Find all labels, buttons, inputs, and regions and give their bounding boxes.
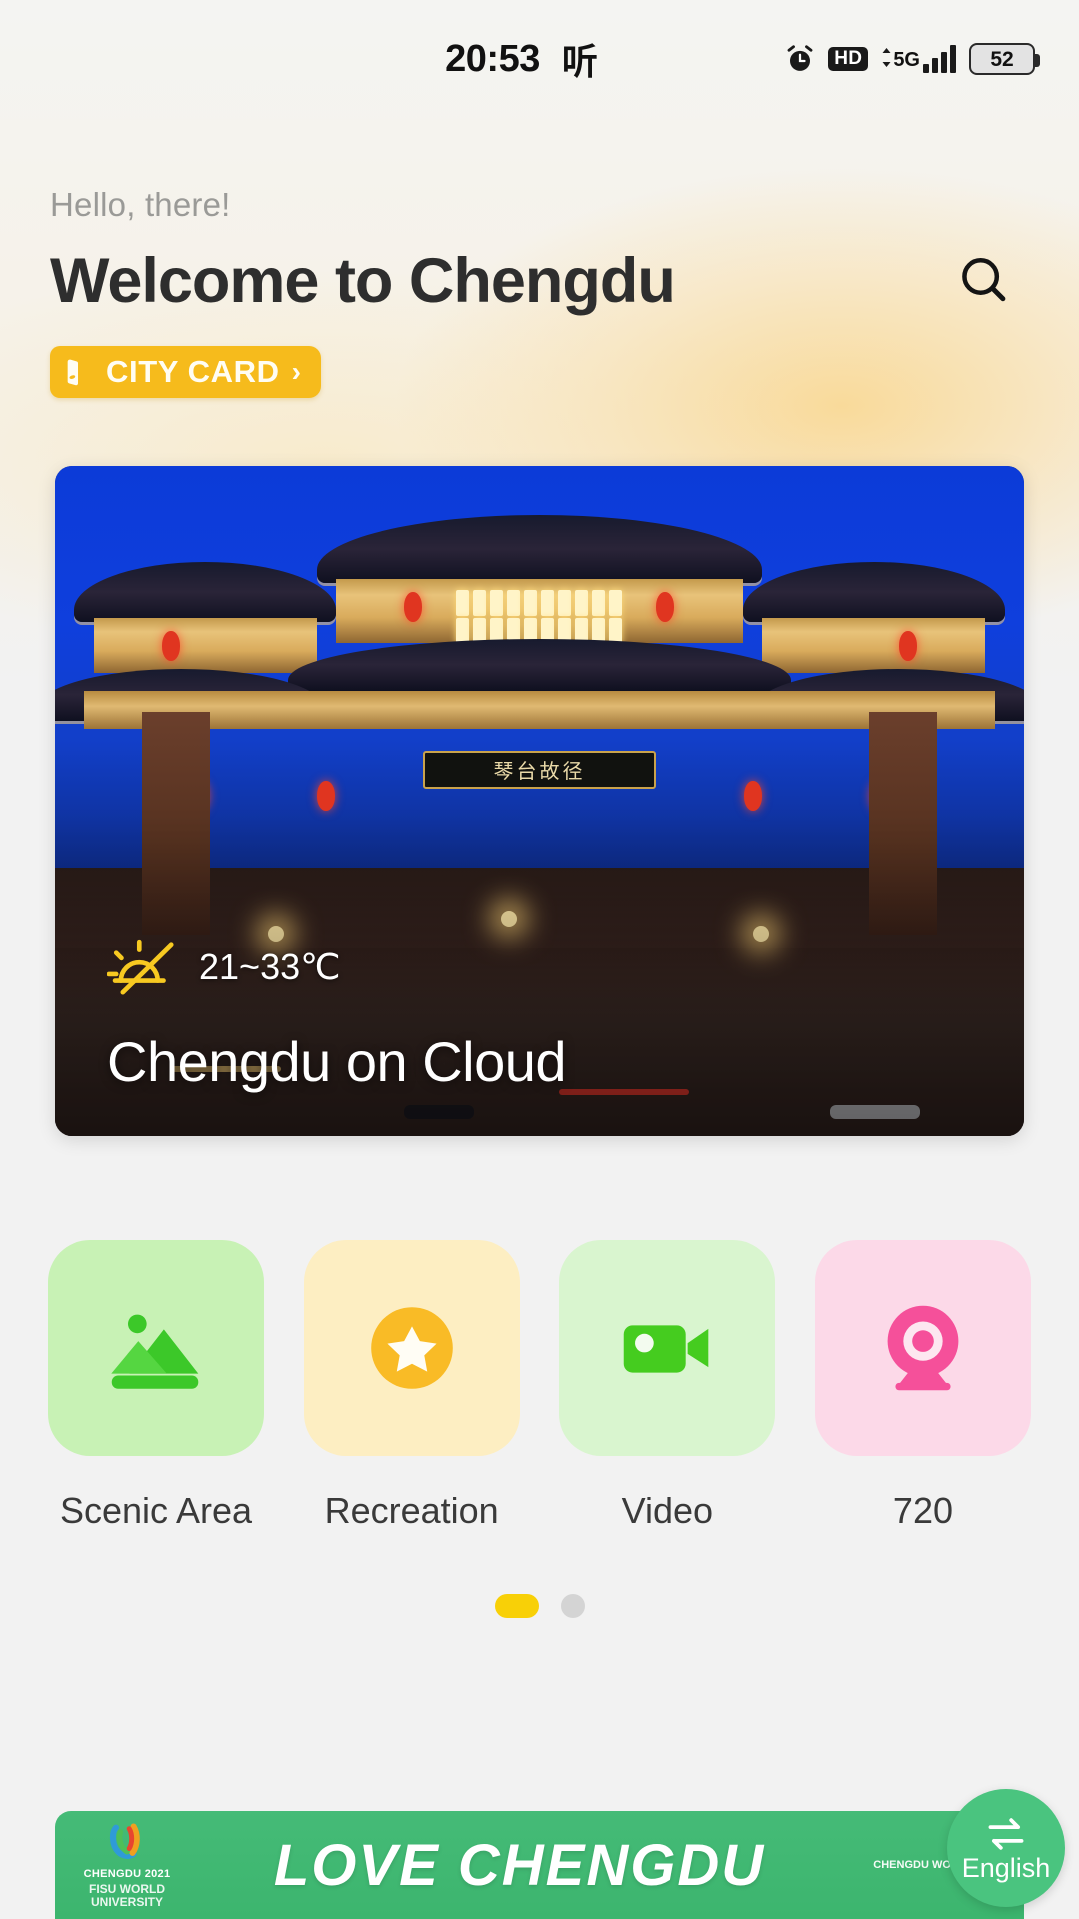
status-bar: 20:53 听 HD 5G 52	[0, 0, 1079, 118]
category-label: Recreation	[324, 1490, 499, 1531]
signal-bars-icon	[923, 45, 956, 73]
temperature-label: 21~33℃	[199, 946, 341, 987]
promo-banner[interactable]: CHENGDU 2021 FISU WORLD UNIVERSITY LOVE …	[55, 1811, 1024, 1919]
battery-level-label: 52	[990, 47, 1014, 71]
pagination-dot-active[interactable]	[494, 1594, 539, 1618]
language-switch-button[interactable]: English	[947, 1789, 1065, 1907]
pagination-dots[interactable]	[0, 1594, 1079, 1618]
category-item-video[interactable]: Video	[559, 1240, 776, 1532]
panorama-camera-icon	[887, 1305, 959, 1391]
banner-headline: LOVE CHENGDU	[273, 1832, 766, 1898]
category-label: Video	[621, 1490, 714, 1531]
category-item-720[interactable]: 720	[814, 1240, 1031, 1532]
swap-arrows-icon	[988, 1817, 1024, 1850]
search-button[interactable]	[949, 246, 1019, 316]
category-item-recreation[interactable]: Recreation	[303, 1240, 520, 1532]
network-label: 5G	[893, 48, 920, 71]
5g-icon: 5G	[881, 48, 920, 71]
emblem-subtitle: FISU WORLD UNIVERSITY	[89, 1881, 165, 1909]
status-time: 20:53	[445, 37, 540, 80]
mobile-app-screen: 20:53 听 HD 5G 52 Hello, there! Welcome t…	[0, 0, 1079, 1919]
search-icon	[962, 258, 1006, 302]
mountain-landscape-icon	[111, 1314, 199, 1389]
category-tile	[559, 1240, 776, 1456]
weather-widget: 21~33℃	[107, 936, 341, 998]
emblem-title: CHENGDU 2021	[83, 1867, 171, 1880]
pagination-dot[interactable]	[560, 1594, 585, 1618]
language-label: English	[961, 1852, 1051, 1883]
category-tile	[814, 1240, 1031, 1456]
city-card-label: CITY CARD	[106, 354, 280, 389]
hero-title: Chengdu on Cloud	[107, 1030, 567, 1093]
page-title: Welcome to Chengdu	[50, 245, 676, 316]
page-header: Hello, there! Welcome to Chengdu CITY CA…	[0, 118, 1079, 398]
video-camera-icon	[624, 1325, 709, 1373]
battery-icon: 52	[969, 43, 1040, 75]
city-card-button[interactable]: CITY CARD ›	[50, 346, 321, 398]
fisu-games-logo: CHENGDU 2021 FISU WORLD UNIVERSITY	[55, 1821, 185, 1909]
chengdu-2021-emblem-icon	[109, 1823, 140, 1859]
category-item-scenic-area[interactable]: Scenic Area	[48, 1240, 264, 1532]
category-label: Scenic Area	[59, 1490, 253, 1531]
hd-icon: HD	[828, 47, 869, 71]
network-indicator: 5G	[881, 45, 956, 73]
status-bar-center: 20:53 听	[445, 33, 598, 85]
sunrise-icon	[107, 939, 174, 995]
listening-indicator-label: 听	[561, 41, 598, 82]
status-bar-icons: HD 5G 52	[785, 43, 1040, 75]
category-tile	[303, 1240, 520, 1456]
data-arrows-icon	[881, 48, 892, 67]
category-label: 720	[892, 1490, 953, 1531]
star-badge-icon	[370, 1307, 453, 1389]
chevron-right-icon: ›	[291, 356, 301, 387]
card-wallet-icon	[67, 359, 79, 386]
category-grid: Scenic Area Recreation Video 720	[0, 1136, 1079, 1532]
alarm-clock-icon	[787, 45, 813, 71]
greeting-text: Hello, there!	[50, 186, 231, 223]
hero-card[interactable]: 琴台故径	[55, 466, 1024, 1136]
title-row: Welcome to Chengdu	[50, 246, 1029, 316]
category-tile	[48, 1240, 264, 1456]
